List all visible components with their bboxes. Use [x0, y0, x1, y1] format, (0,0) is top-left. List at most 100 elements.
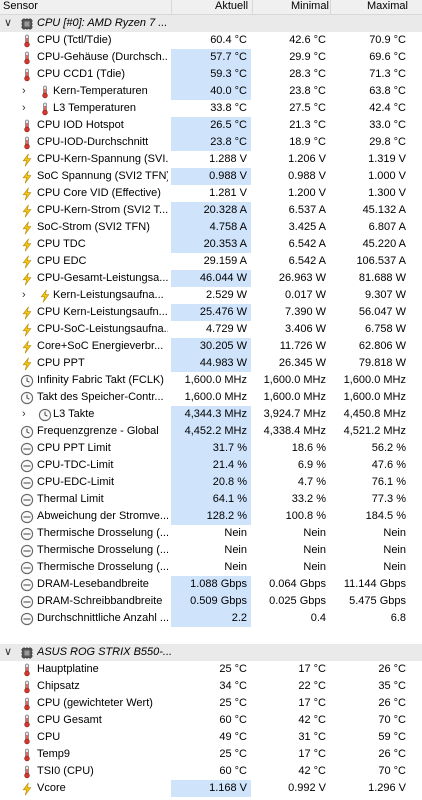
- header-divider[interactable]: [330, 0, 331, 14]
- sensor-row[interactable]: Temp9 25 °C 17 °C 26 °C: [0, 746, 422, 763]
- maximum-value: 1.300 V: [368, 187, 406, 199]
- minimum-value: 17 °C: [298, 748, 326, 760]
- maximum-value: 81.688 W: [358, 272, 406, 284]
- sensor-row[interactable]: CPU-SoC-Leistungsaufna... 4.729 W 3.406 W 6…: [0, 321, 422, 338]
- maximum-value: 47.6 %: [371, 459, 406, 471]
- collapse-arrow-icon[interactable]: ∨: [4, 647, 14, 658]
- maximum-value: Nein: [383, 544, 406, 556]
- expand-arrow-icon[interactable]: ›: [22, 290, 32, 301]
- sensor-row[interactable]: Thermische Drosselung (... Nein Nein Nein: [0, 525, 422, 542]
- sensor-row[interactable]: CPU PPT Limit 31.7 % 18.6 % 56.2 %: [0, 440, 422, 457]
- sensor-name: Vcore: [37, 782, 66, 794]
- sensor-row[interactable]: › Kern-Temperaturen 40.0 °C 23.8 °C 63.8 °C: [0, 83, 422, 100]
- sensor-row[interactable]: DRAM-Lesebandbreite 1.088 Gbps 0.064 Gbps 1…: [0, 576, 422, 593]
- sensor-row[interactable]: CPU 49 °C 31 °C 59 °C: [0, 729, 422, 746]
- sensor-row[interactable]: CPU Core VID (Effective) 1.281 V 1.200 V 1.…: [0, 185, 422, 202]
- sensor-name: Hauptplatine: [37, 663, 99, 675]
- sensor-row[interactable]: CPU-TDC-Limit 21.4 % 6.9 % 47.6 %: [0, 457, 422, 474]
- bolt-icon: [20, 170, 34, 184]
- sensor-row[interactable]: Thermische Drosselung (... Nein Nein Nein: [0, 542, 422, 559]
- sensor-row[interactable]: Abweichung der Stromve... 128.2 % 100.8 % 1…: [0, 508, 422, 525]
- maximum-value: 35 °C: [378, 680, 406, 692]
- sensor-row[interactable]: Hauptplatine 25 °C 17 °C 26 °C: [0, 661, 422, 678]
- group-header[interactable]: ∨ CPU [#0]: AMD Ryzen 7 ...: [0, 15, 422, 32]
- maximum-value: 63.8 °C: [369, 85, 406, 97]
- maximum-value: 42.4 °C: [369, 102, 406, 114]
- bolt-icon: [20, 272, 34, 286]
- sensor-row[interactable]: SoC Spannung (SVI2 TFN) 0.988 V 0.988 V 1.0…: [0, 168, 422, 185]
- sensor-row[interactable]: SoC-Strom (SVI2 TFN) 4.758 A 3.425 A 6.807 …: [0, 219, 422, 236]
- minimum-value: 21.3 °C: [289, 119, 326, 131]
- expand-arrow-icon[interactable]: ›: [22, 103, 32, 114]
- sensor-name: CPU-Kern-Spannung (SVI...: [37, 153, 168, 165]
- current-value: 4.758 A: [171, 219, 251, 236]
- thermometer-icon: [20, 731, 34, 745]
- gauge-icon: [20, 510, 34, 524]
- sensor-row[interactable]: Vcore 1.168 V 0.992 V 1.296 V: [0, 780, 422, 797]
- bolt-icon: [20, 187, 34, 201]
- collapse-arrow-icon[interactable]: ∨: [4, 18, 14, 29]
- group-header[interactable]: ∨ ASUS ROG STRIX B550-...: [0, 644, 422, 661]
- sensor-row[interactable]: Chipsatz 34 °C 22 °C 35 °C: [0, 678, 422, 695]
- bolt-icon: [38, 289, 52, 303]
- sensor-row[interactable]: › Kern-Leistungsaufna... 2.529 W 0.017 W 9.3…: [0, 287, 422, 304]
- maximum-value: 26 °C: [378, 663, 406, 675]
- sensor-row[interactable]: CPU-Kern-Strom (SVI2 T... 20.328 A 6.537 A…: [0, 202, 422, 219]
- sensor-row[interactable]: CPU Kern-Leistungsaufn... 25.476 W 7.390 W…: [0, 304, 422, 321]
- minimum-value: 26.963 W: [278, 272, 326, 284]
- sensor-row[interactable]: CPU PPT 44.983 W 26.345 W 79.818 W: [0, 355, 422, 372]
- expand-arrow-icon[interactable]: ›: [22, 409, 32, 420]
- sensor-row[interactable]: CPU CCD1 (Tdie) 59.3 °C 28.3 °C 71.3 °C: [0, 66, 422, 83]
- sensor-row[interactable]: Frequenzgrenze - Global 4,452.2 MHz 4,338.…: [0, 423, 422, 440]
- header-divider[interactable]: [171, 0, 172, 14]
- sensor-row[interactable]: Durchschnittliche Anzahl ... 2.2 0.4 6.8: [0, 610, 422, 627]
- sensor-row[interactable]: › L3 Temperaturen 33.8 °C 27.5 °C 42.4 °C: [0, 100, 422, 117]
- current-value: 4,344.3 MHz: [171, 406, 251, 423]
- current-value: Nein: [224, 544, 247, 556]
- sensor-row[interactable]: Core+SoC Energieverbr... 30.205 W 11.726 W…: [0, 338, 422, 355]
- current-value: 57.7 °C: [171, 49, 251, 66]
- header-sensor[interactable]: Sensor: [3, 0, 38, 14]
- current-value: 128.2 %: [171, 508, 251, 525]
- minimum-value: 1.200 V: [288, 187, 326, 199]
- maximum-value: 4,521.2 MHz: [343, 425, 406, 437]
- sensor-name: Durchschnittliche Anzahl ...: [37, 612, 168, 624]
- maximum-value: 76.1 %: [371, 476, 406, 488]
- sensor-row[interactable]: CPU (Tctl/Tdie) 60.4 °C 42.6 °C 70.9 °C: [0, 32, 422, 49]
- sensor-row[interactable]: CPU-EDC-Limit 20.8 % 4.7 % 76.1 %: [0, 474, 422, 491]
- sensor-row[interactable]: CPU-Kern-Spannung (SVI... 1.288 V 1.206 V 1…: [0, 151, 422, 168]
- sensor-row[interactable]: Infinity Fabric Takt (FCLK) 1,600.0 MHz 1,…: [0, 372, 422, 389]
- sensor-row[interactable]: CPU-IOD-Durchschnitt 23.8 °C 18.9 °C 29.8 °…: [0, 134, 422, 151]
- sensor-row[interactable]: CPU-Gehäuse (Durchsch... 57.7 °C 29.9 °C 69…: [0, 49, 422, 66]
- maximum-value: 6.8: [390, 612, 406, 624]
- sensor-row[interactable]: Thermal Limit 64.1 % 33.2 % 77.3 %: [0, 491, 422, 508]
- gauge-icon: [20, 578, 34, 592]
- sensor-row[interactable]: TSI0 (CPU) 60 °C 42 °C 70 °C: [0, 763, 422, 780]
- sensor-row[interactable]: › L3 Takte 4,344.3 MHz 3,924.7 MHz 4,450.8 M…: [0, 406, 422, 423]
- minimum-value: 3.425 A: [288, 221, 326, 233]
- sensor-row[interactable]: CPU (gewichteter Wert) 25 °C 17 °C 26 °C: [0, 695, 422, 712]
- gauge-icon: [20, 476, 34, 490]
- sensor-row[interactable]: CPU-Gesamt-Leistungsa... 46.044 W 26.963 W…: [0, 270, 422, 287]
- expand-arrow-icon[interactable]: ›: [22, 86, 32, 97]
- sensor-name: CPU-Kern-Strom (SVI2 T...: [37, 204, 168, 216]
- maximum-value: 1.000 V: [368, 170, 406, 182]
- current-value: 40.0 °C: [171, 83, 251, 100]
- sensor-row[interactable]: CPU EDC 29.159 A 6.542 A 106.537 A: [0, 253, 422, 270]
- header-maximum[interactable]: Maximal: [367, 0, 408, 14]
- header-divider[interactable]: [252, 0, 253, 14]
- sensor-row[interactable]: CPU TDC 20.353 A 6.542 A 45.220 A: [0, 236, 422, 253]
- minimum-value: 4,338.4 MHz: [263, 425, 326, 437]
- sensor-row[interactable]: CPU Gesamt 60 °C 42 °C 70 °C: [0, 712, 422, 729]
- sensor-row[interactable]: Takt des Speicher-Contr... 1,600.0 MHz 1,6…: [0, 389, 422, 406]
- header-minimum[interactable]: Minimal: [291, 0, 329, 14]
- sensor-row[interactable]: DRAM-Schreibbandbreite 0.509 Gbps 0.025 Gb…: [0, 593, 422, 610]
- gauge-icon: [20, 493, 34, 507]
- minimum-value: 6.542 A: [288, 238, 326, 250]
- current-value: 1.088 Gbps: [171, 576, 251, 593]
- minimum-value: Nein: [303, 561, 326, 573]
- maximum-value: 1,600.0 MHz: [343, 374, 406, 386]
- sensor-row[interactable]: Thermische Drosselung (... Nein Nein Nein: [0, 559, 422, 576]
- header-current[interactable]: Aktuell: [215, 0, 248, 14]
- sensor-row[interactable]: CPU IOD Hotspot 26.5 °C 21.3 °C 33.0 °C: [0, 117, 422, 134]
